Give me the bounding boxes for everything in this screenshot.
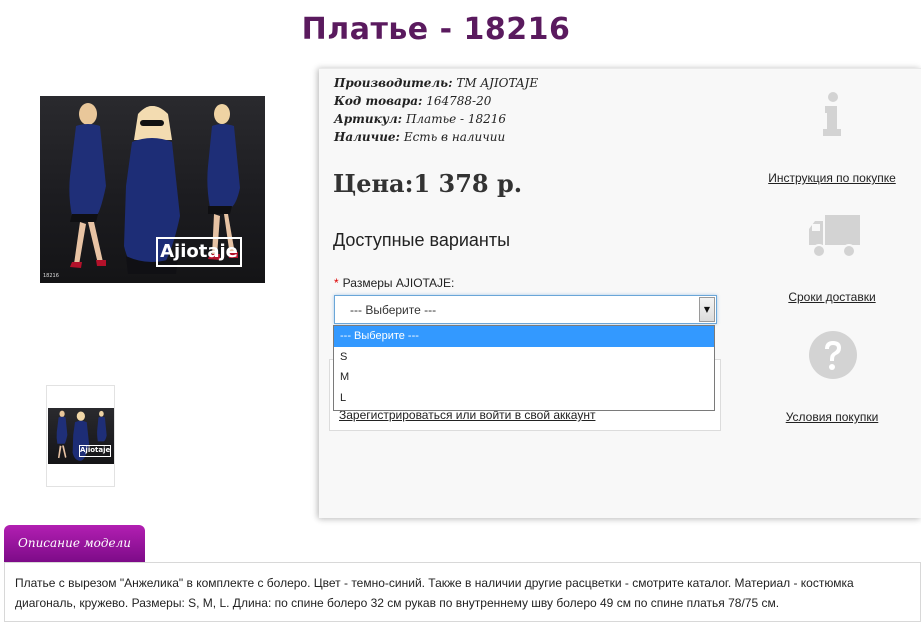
- spec-code-label: Код товара:: [334, 94, 423, 108]
- sidebar-item-label[interactable]: Инструкция по покупке: [757, 171, 907, 185]
- sidebar-item-label[interactable]: Сроки доставки: [757, 290, 907, 304]
- sidebar-item-delivery[interactable]: Сроки доставки: [757, 290, 907, 304]
- spec-availability-value: Есть в наличии: [403, 130, 506, 144]
- tab-description[interactable]: Описание модели: [4, 525, 145, 562]
- spec-manufacturer-label: Производитель:: [334, 76, 453, 90]
- spec-availability-label: Наличие:: [334, 130, 400, 144]
- size-label: * Размеры AJIOTAJE:: [334, 276, 454, 290]
- size-option[interactable]: M: [334, 367, 714, 388]
- spec-manufacturer: Производитель: ТМ AJIOTAJE: [334, 76, 538, 90]
- product-main-image[interactable]: Ajiotaje 18216: [40, 96, 265, 283]
- size-label-text: Размеры AJIOTAJE:: [342, 276, 455, 290]
- spec-code-value: 164788-20: [426, 94, 492, 108]
- spec-article: Артикул: Платье - 18216: [334, 112, 506, 126]
- variants-title: Доступные варианты: [333, 230, 511, 250]
- spec-article-value: Платье - 18216: [405, 112, 507, 126]
- spec-manufacturer-value: ТМ AJIOTAJE: [456, 76, 539, 90]
- truck-icon: [807, 213, 861, 265]
- info-icon: [819, 91, 845, 141]
- sidebar-item-label[interactable]: Условия покупки: [757, 410, 907, 424]
- size-dropdown-list: --- Выберите --- S M L: [333, 325, 715, 411]
- size-option[interactable]: S: [334, 347, 714, 368]
- sidebar-item-terms[interactable]: Условия покупки: [757, 410, 907, 424]
- brand-logo: Ajiotaje: [156, 237, 242, 267]
- size-option[interactable]: L: [334, 388, 714, 409]
- sidebar-item-instructions[interactable]: Инструкция по покупке: [757, 171, 907, 185]
- size-select-value: --- Выберите ---: [350, 303, 437, 317]
- size-option[interactable]: --- Выберите ---: [334, 326, 714, 347]
- image-code: 18216: [43, 273, 59, 279]
- question-icon: [808, 330, 858, 384]
- description-box: Платье с вырезом "Анжелика" в комплекте …: [4, 562, 921, 622]
- page-title: Платье - 18216: [301, 12, 571, 47]
- spec-code: Код товара: 164788-20: [334, 94, 491, 108]
- thumbnail-image: Ajiotaje: [48, 408, 114, 464]
- description-text: Платье с вырезом "Анжелика" в комплекте …: [15, 576, 854, 610]
- spec-article-label: Артикул:: [334, 112, 403, 126]
- spec-availability: Наличие: Есть в наличии: [334, 130, 505, 144]
- size-select[interactable]: --- Выберите --- ▼: [334, 295, 717, 324]
- product-info-panel: Производитель: ТМ AJIOTAJE Код товара: 1…: [319, 68, 921, 518]
- product-thumbnail[interactable]: Ajiotaje: [46, 385, 115, 487]
- required-mark: *: [334, 276, 339, 290]
- dropdown-arrow-icon[interactable]: ▼: [699, 297, 715, 322]
- thumbnail-brand-logo: Ajiotaje: [79, 445, 111, 457]
- price: Цена:1 378 р.: [333, 169, 523, 198]
